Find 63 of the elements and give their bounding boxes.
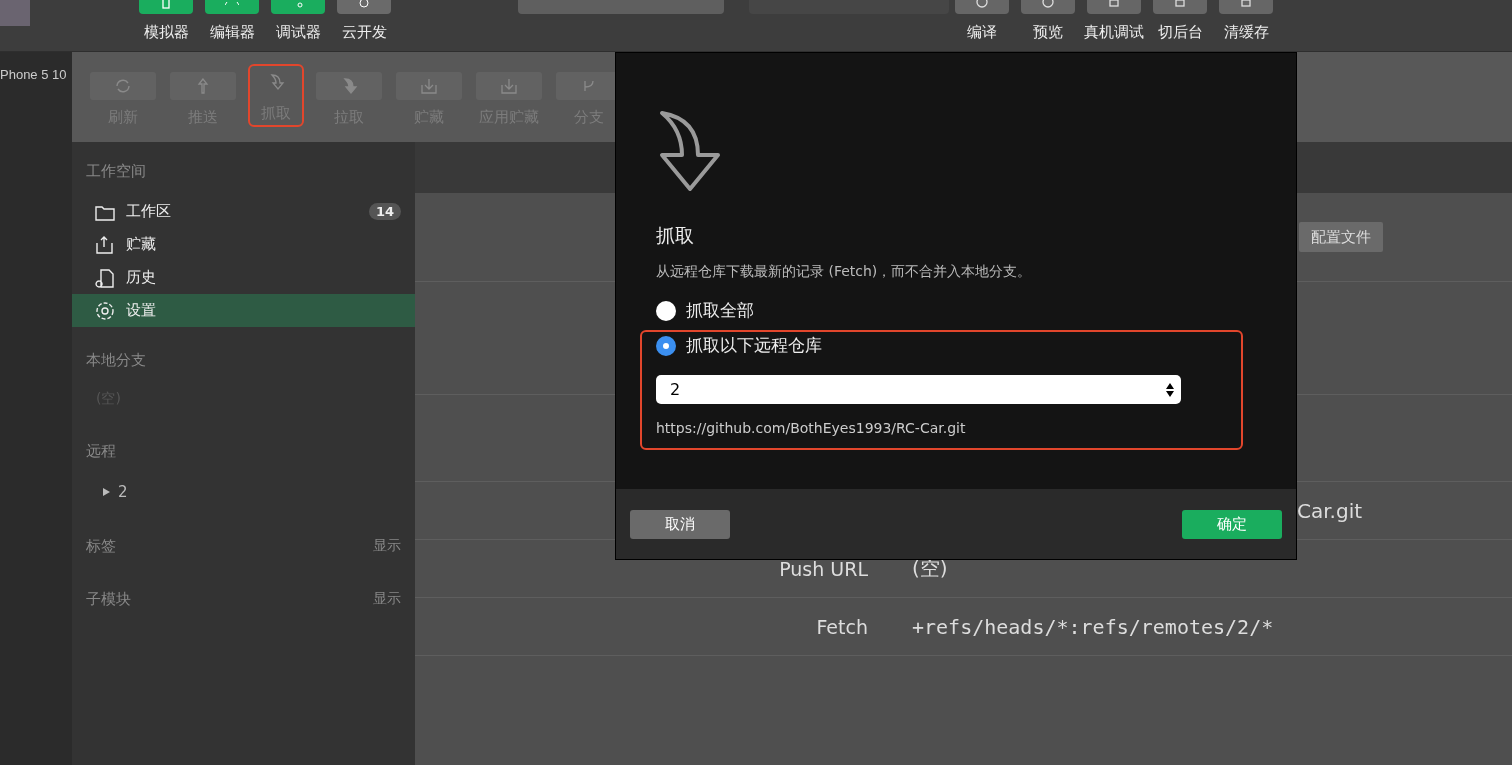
- toolbar-label: 模拟器: [143, 23, 189, 42]
- toolbar-label: 真机调试: [1084, 23, 1144, 42]
- section-title: 子模块: [86, 590, 131, 609]
- toolbar-label: 预览: [1033, 23, 1063, 42]
- toolbar-button[interactable]: [139, 0, 193, 14]
- section-title: 工作空间: [85, 162, 147, 182]
- device-label: Phone 5 10: [0, 67, 67, 82]
- config-file-tab[interactable]: 配置文件: [1299, 222, 1383, 252]
- tool-icon: [1239, 0, 1253, 10]
- remote-select[interactable]: 2: [656, 375, 1181, 404]
- vcs-icon: [499, 77, 519, 95]
- dialog-description: 从远程仓库下载最新的记录 (Fetch)，而不合并入本地分支。: [656, 263, 1033, 281]
- sidebar-item[interactable]: 贮藏: [72, 228, 415, 261]
- toolbar-button[interactable]: [1021, 0, 1075, 14]
- tool-icon: [1041, 0, 1055, 10]
- field-label: Push URL: [778, 557, 868, 580]
- section-title: 远程: [86, 442, 116, 461]
- toolbar-label: 调试器: [275, 23, 321, 42]
- cancel-button[interactable]: 取消: [630, 509, 730, 539]
- tool-icon: [159, 0, 173, 10]
- radio-option[interactable]: 抓取以下远程仓库: [656, 334, 1181, 357]
- tool-icon: [1173, 0, 1187, 10]
- toolbar-button[interactable]: [955, 0, 1009, 14]
- tool-icon: [975, 0, 989, 10]
- show-link[interactable]: 显示: [373, 590, 401, 609]
- section-title: 本地分支: [86, 351, 146, 370]
- toolbar-button[interactable]: [1153, 0, 1207, 14]
- toolbar-button[interactable]: [337, 0, 391, 14]
- radio-button[interactable]: [656, 300, 676, 321]
- field-value: Car.git: [1297, 498, 1363, 523]
- toolbar-button[interactable]: [1087, 0, 1141, 14]
- toolbar-label: 清缓存: [1223, 23, 1269, 42]
- sidebar-item[interactable]: 历史: [72, 261, 415, 294]
- sidebar-item[interactable]: 工作区 14: [72, 195, 415, 228]
- toolbar-label: 切后台: [1157, 23, 1203, 42]
- tree-item[interactable]: 2: [72, 471, 415, 513]
- field-label: Fetch: [815, 615, 868, 638]
- field-value: (空): [912, 555, 948, 582]
- toolbar-label: 云开发: [341, 23, 387, 42]
- avatar-placeholder: [0, 0, 30, 26]
- history-icon: [94, 267, 116, 288]
- toolbar-button[interactable]: [271, 0, 325, 14]
- radio-option[interactable]: 抓取全部: [656, 299, 1256, 322]
- toolbar-label: 编辑器: [209, 23, 255, 42]
- sidebar-item[interactable]: 设置: [72, 294, 415, 327]
- field-value: +refs/heads/*:refs/remotes/2/*: [912, 614, 1274, 639]
- tool-icon: [357, 0, 371, 10]
- updown-icon: [1165, 381, 1175, 398]
- remote-url: https://github.com/BothEyes1993/RC-Car.git: [656, 420, 967, 436]
- radio-button[interactable]: [656, 335, 676, 356]
- confirm-button[interactable]: 确定: [1182, 509, 1282, 539]
- toolbar-button[interactable]: [1219, 0, 1273, 14]
- show-link[interactable]: 显示: [373, 537, 401, 556]
- disclosure-triangle-icon: [102, 487, 110, 497]
- tool-icon: [1107, 0, 1121, 10]
- dialog-title: 抓取: [656, 223, 695, 248]
- vcs-icon: [113, 77, 133, 95]
- toolbar-label: 编译: [967, 23, 997, 42]
- gear-icon: [94, 300, 116, 321]
- vcs-icon: [419, 77, 439, 95]
- stash-icon: [94, 234, 116, 255]
- section-title: 标签: [86, 537, 116, 556]
- count-badge: 14: [368, 203, 401, 220]
